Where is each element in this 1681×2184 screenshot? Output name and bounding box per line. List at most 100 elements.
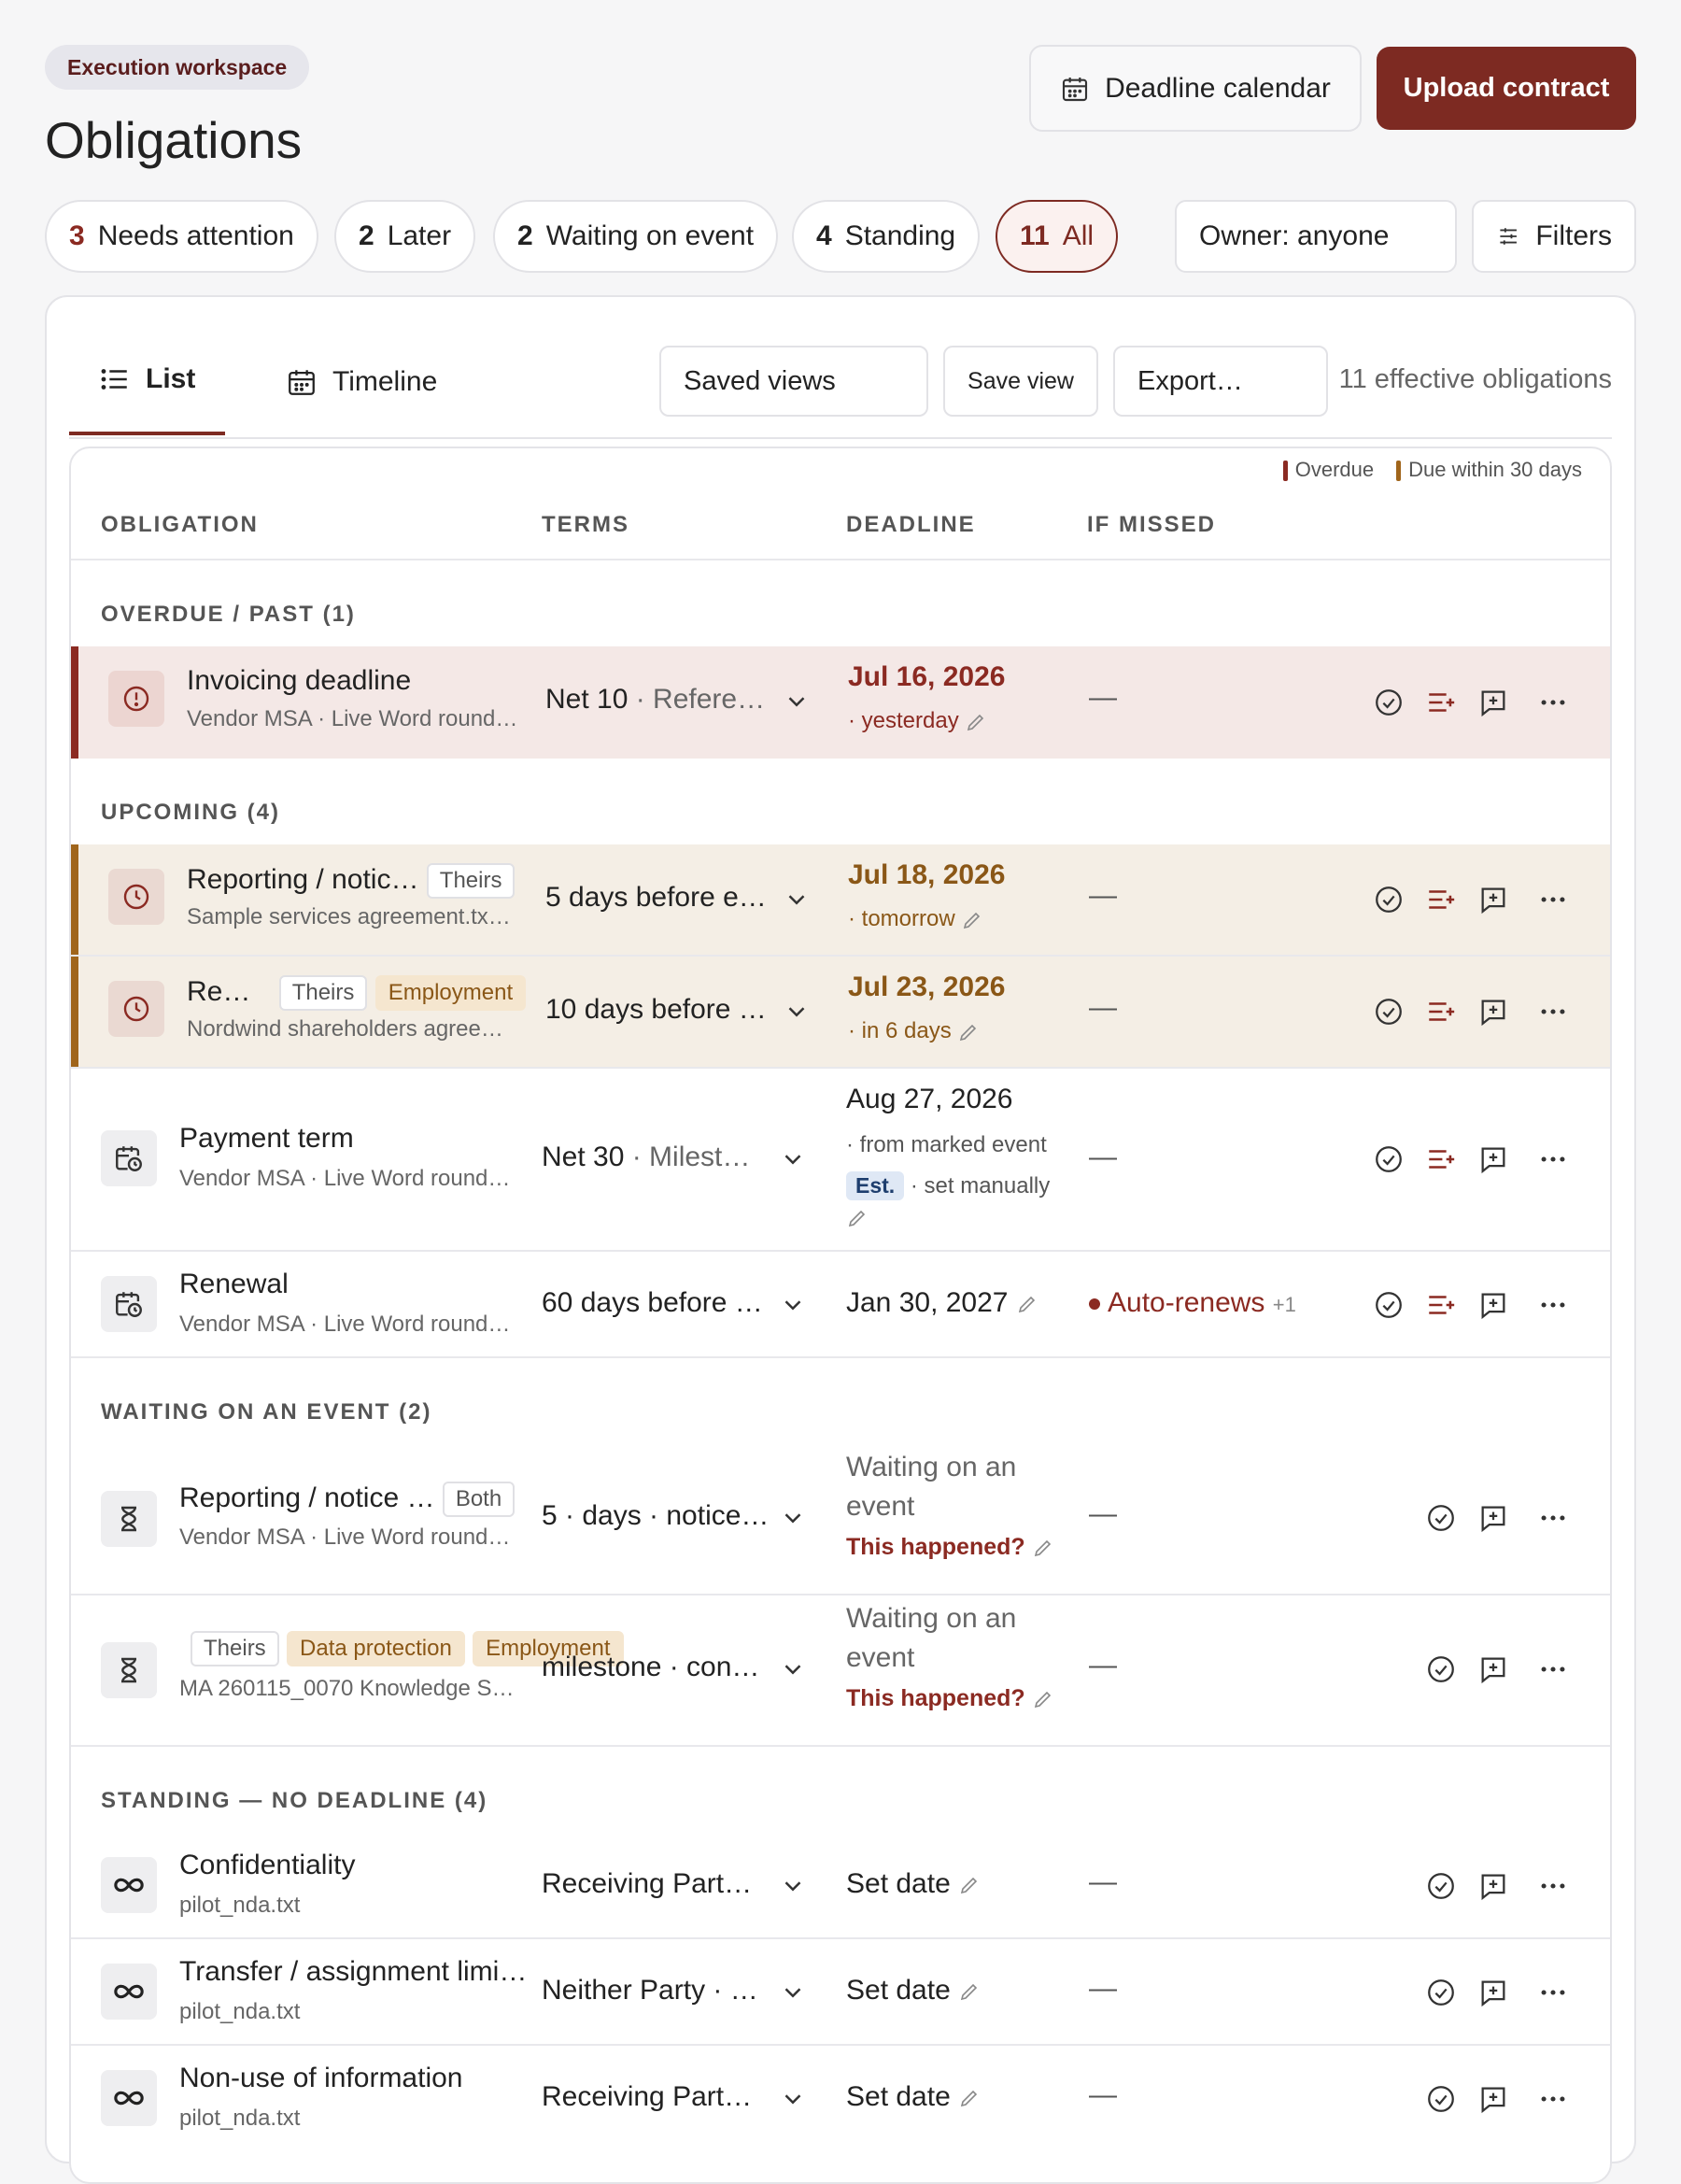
more-icon[interactable] [1537,1977,1569,2008]
obligation-name[interactable]: Transfer / assignment limi… [179,1956,527,1988]
add-comment-icon[interactable] [1477,687,1509,718]
add-comment-icon[interactable] [1477,1870,1509,1902]
chevron-down-icon[interactable] [779,1872,807,1900]
check-circle-icon[interactable] [1373,1289,1405,1321]
table-row[interactable]: Transfer / assignment limi… pilot_nda.tx… [71,1939,1610,2044]
obligation-name[interactable]: Payment term [179,1123,354,1155]
tab-list[interactable]: List [69,327,226,435]
pencil-icon[interactable] [958,1980,981,2003]
check-circle-icon[interactable] [1373,884,1405,915]
obligation-name[interactable]: Reporting / notice … [179,1482,434,1513]
check-circle-icon[interactable] [1425,1977,1457,2008]
save-view-button[interactable]: Save view [943,346,1098,417]
more-icon[interactable] [1537,2083,1569,2115]
mark-happened-link[interactable]: This happened? [846,1685,1054,1712]
chevron-down-icon[interactable] [783,886,811,914]
add-to-list-icon[interactable] [1425,996,1457,1028]
chevron-down-icon[interactable] [783,688,811,716]
obligation-name[interactable]: Renewal [179,1269,289,1300]
chevron-down-icon[interactable] [779,1291,807,1319]
column-obligation[interactable]: OBLIGATION [101,512,259,538]
mark-happened-link[interactable]: This happened? [846,1534,1054,1561]
set-date-link[interactable]: Set date [846,2081,981,2113]
add-comment-icon[interactable] [1477,884,1509,915]
chevron-down-icon[interactable] [779,1978,807,2007]
more-icon[interactable] [1537,1143,1569,1175]
legend-overdue: Overdue [1282,458,1374,482]
more-icon[interactable] [1537,687,1569,718]
obligation-name[interactable]: Reporting / notic… [187,864,418,895]
obligation-name[interactable]: Non-use of information [179,2063,463,2094]
pencil-icon[interactable] [958,2087,981,2109]
add-to-list-icon[interactable] [1425,1143,1457,1175]
pencil-icon[interactable] [1016,1293,1038,1315]
filter-later[interactable]: 2 Later [334,200,476,273]
column-terms[interactable]: TERMS [542,512,629,538]
upload-contract-button[interactable]: Upload contract [1377,47,1636,130]
add-comment-icon[interactable] [1477,1289,1509,1321]
tab-timeline[interactable]: Timeline [256,327,467,437]
table-row[interactable]: Theirs Data protection Employment MA 260… [71,1595,1610,1745]
set-date-link[interactable]: Set date [846,1975,981,2007]
table-row[interactable]: Confidentiality pilot_nda.txt Receiving … [71,1833,1610,1937]
chevron-down-icon[interactable] [779,1504,807,1532]
more-icon[interactable] [1537,1289,1569,1321]
check-circle-icon[interactable] [1425,1653,1457,1685]
check-circle-icon[interactable] [1425,1870,1457,1902]
filters-button[interactable]: Filters [1472,200,1636,273]
saved-views-select[interactable]: Saved views [659,346,928,417]
pencil-icon[interactable] [957,1021,980,1043]
more-icon[interactable] [1537,1502,1569,1534]
add-comment-icon[interactable] [1477,1977,1509,2008]
check-circle-icon[interactable] [1373,1143,1405,1175]
obligation-name[interactable]: Confidentiality [179,1850,355,1881]
chevron-down-icon[interactable] [779,1145,807,1173]
filter-standing[interactable]: 4 Standing [792,200,981,273]
more-icon[interactable] [1537,1653,1569,1685]
add-comment-icon[interactable] [1477,1653,1509,1685]
deadline-calendar-button[interactable]: Deadline calendar [1029,45,1362,132]
set-date-link[interactable]: Set date [846,1868,981,1900]
table-row[interactable]: Non-use of information pilot_nda.txt Rec… [71,2046,1610,2150]
filter-needs-attention[interactable]: 3 Needs attention [45,200,318,273]
happened-label: This happened? [846,1534,1025,1560]
more-icon[interactable] [1537,1870,1569,1902]
more-icon[interactable] [1537,884,1569,915]
add-to-list-icon[interactable] [1425,884,1457,915]
add-comment-icon[interactable] [1477,996,1509,1028]
column-deadline[interactable]: DEADLINE [846,512,976,538]
auto-renews-badge[interactable]: Auto-renews +1 [1089,1287,1296,1319]
pencil-icon[interactable] [965,711,987,733]
pencil-icon[interactable] [1032,1688,1054,1710]
table-row[interactable]: Payment term Vendor MSA · Live Word roun… [71,1069,1610,1250]
obligation-name[interactable]: Invoicing deadline [187,665,411,697]
check-circle-icon[interactable] [1373,996,1405,1028]
table-row[interactable]: Reporting / notice … Both Vendor MSA · L… [71,1444,1610,1594]
add-to-list-icon[interactable] [1425,1289,1457,1321]
check-circle-icon[interactable] [1373,687,1405,718]
check-circle-icon[interactable] [1425,2083,1457,2115]
table-row[interactable]: Invoicing deadline Vendor MSA · Live Wor… [71,646,1610,759]
column-if-missed[interactable]: IF MISSED [1087,512,1216,538]
export-select[interactable]: Export… [1113,346,1328,417]
add-comment-icon[interactable] [1477,1502,1509,1534]
add-comment-icon[interactable] [1477,2083,1509,2115]
add-to-list-icon[interactable] [1425,687,1457,718]
add-comment-icon[interactable] [1477,1143,1509,1175]
owner-select[interactable]: Owner: anyone [1175,200,1457,273]
pencil-icon[interactable] [961,909,983,931]
pencil-icon[interactable] [958,1874,981,1896]
chevron-down-icon[interactable] [779,2085,807,2113]
chevron-down-icon[interactable] [779,1655,807,1683]
pencil-icon[interactable] [846,1207,869,1229]
more-icon[interactable] [1537,996,1569,1028]
pencil-icon[interactable] [1032,1537,1054,1559]
filter-waiting-on-event[interactable]: 2 Waiting on event [493,200,779,273]
table-row[interactable]: Re… Theirs Employment Nordwind sharehold… [71,957,1610,1067]
obligation-name[interactable]: Re… [187,976,250,1007]
table-row[interactable]: Renewal Vendor MSA · Live Word round… 60… [71,1252,1610,1356]
chevron-down-icon[interactable] [783,998,811,1026]
table-row[interactable]: Reporting / notic… Theirs Sample service… [71,844,1610,955]
check-circle-icon[interactable] [1425,1502,1457,1534]
filter-all[interactable]: 11 All [996,200,1119,273]
